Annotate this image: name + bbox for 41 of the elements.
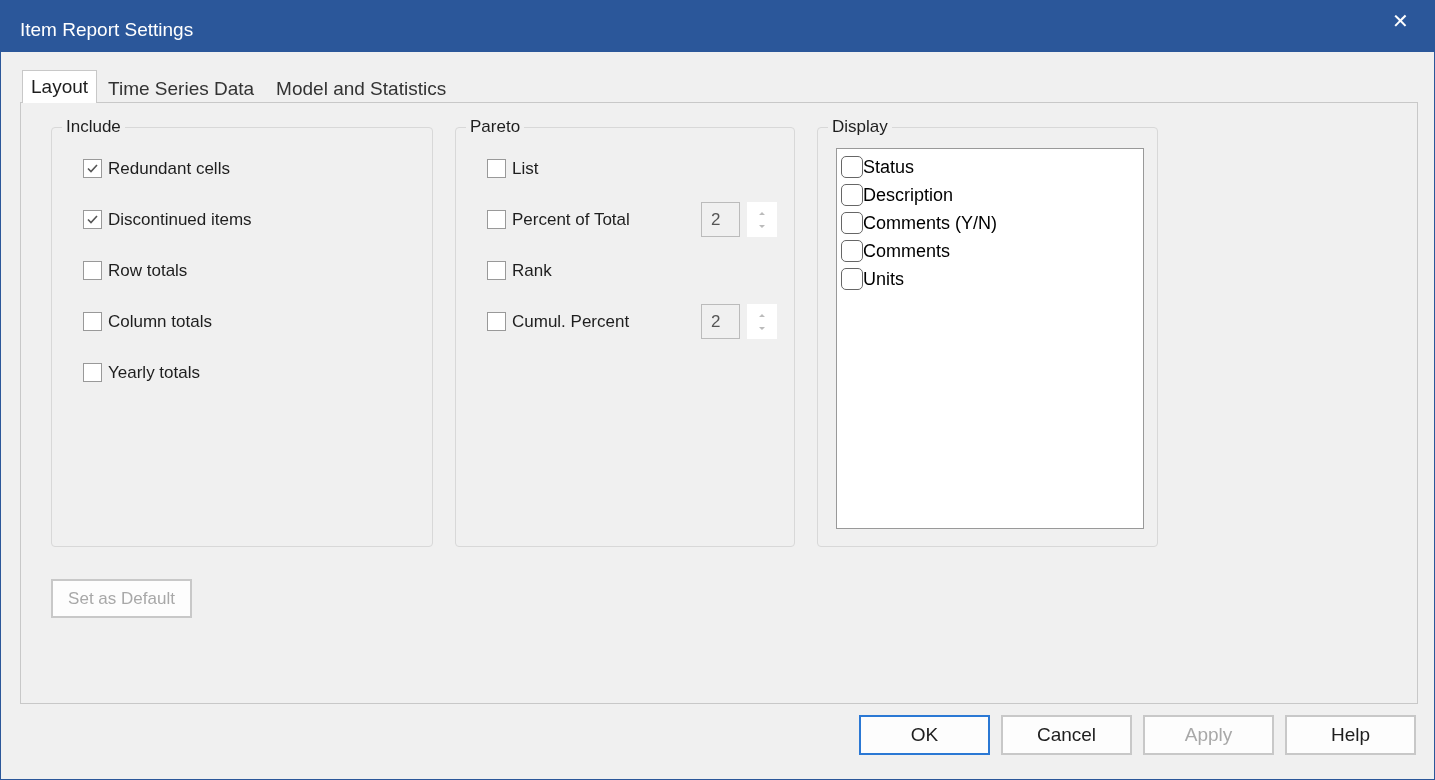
dialog-button[interactable]: OK bbox=[859, 715, 990, 755]
list-item[interactable]: Units bbox=[863, 265, 904, 293]
checkbox[interactable] bbox=[487, 210, 506, 229]
checkbox[interactable] bbox=[841, 184, 863, 206]
checkbox-label: Redundant cells bbox=[108, 157, 230, 180]
checkbox[interactable] bbox=[487, 312, 506, 331]
checkbox-label: Yearly totals bbox=[108, 361, 200, 384]
checkbox-label: Rank bbox=[512, 259, 552, 282]
dialog-button[interactable]: Cancel bbox=[1001, 715, 1132, 755]
checkbox-label: Column totals bbox=[108, 310, 212, 333]
checkbox[interactable] bbox=[83, 159, 102, 178]
checkmark-icon bbox=[86, 213, 99, 226]
checkbox-label: Row totals bbox=[108, 259, 188, 282]
number-field[interactable]: 2 bbox=[701, 202, 740, 237]
number-field[interactable]: 2 bbox=[701, 304, 740, 339]
tab[interactable]: Time Series Data bbox=[97, 75, 266, 103]
list-item[interactable]: Comments (Y/N) bbox=[863, 209, 997, 237]
list-item[interactable]: Comments bbox=[863, 237, 951, 265]
list-item[interactable]: Status bbox=[863, 153, 915, 181]
checkbox[interactable] bbox=[83, 312, 102, 331]
checkbox[interactable] bbox=[841, 240, 863, 262]
close-button[interactable]: ✕ bbox=[1388, 8, 1412, 33]
checkbox[interactable] bbox=[487, 261, 506, 280]
window-title: Item Report Settings bbox=[20, 18, 194, 43]
group-title: Display bbox=[828, 117, 892, 137]
checkbox[interactable] bbox=[841, 156, 863, 178]
checkbox-label: Discontinued items bbox=[108, 208, 252, 231]
checkmark-icon bbox=[86, 162, 99, 175]
list-item[interactable]: Description bbox=[863, 181, 954, 209]
dialog-button[interactable]: Help bbox=[1285, 715, 1416, 755]
checkbox-label: Percent of Total bbox=[512, 208, 630, 231]
checkbox[interactable] bbox=[487, 159, 506, 178]
checkbox[interactable] bbox=[83, 210, 102, 229]
checkbox[interactable] bbox=[841, 212, 863, 234]
checkbox[interactable] bbox=[83, 261, 102, 280]
checkbox[interactable] bbox=[841, 268, 863, 290]
tab[interactable]: Layout bbox=[22, 70, 98, 103]
checkbox-label: Cumul. Percent bbox=[512, 310, 630, 333]
checkbox-label: List bbox=[512, 157, 539, 180]
checkbox[interactable] bbox=[83, 363, 102, 382]
tab[interactable]: Model and Statistics bbox=[265, 75, 458, 103]
